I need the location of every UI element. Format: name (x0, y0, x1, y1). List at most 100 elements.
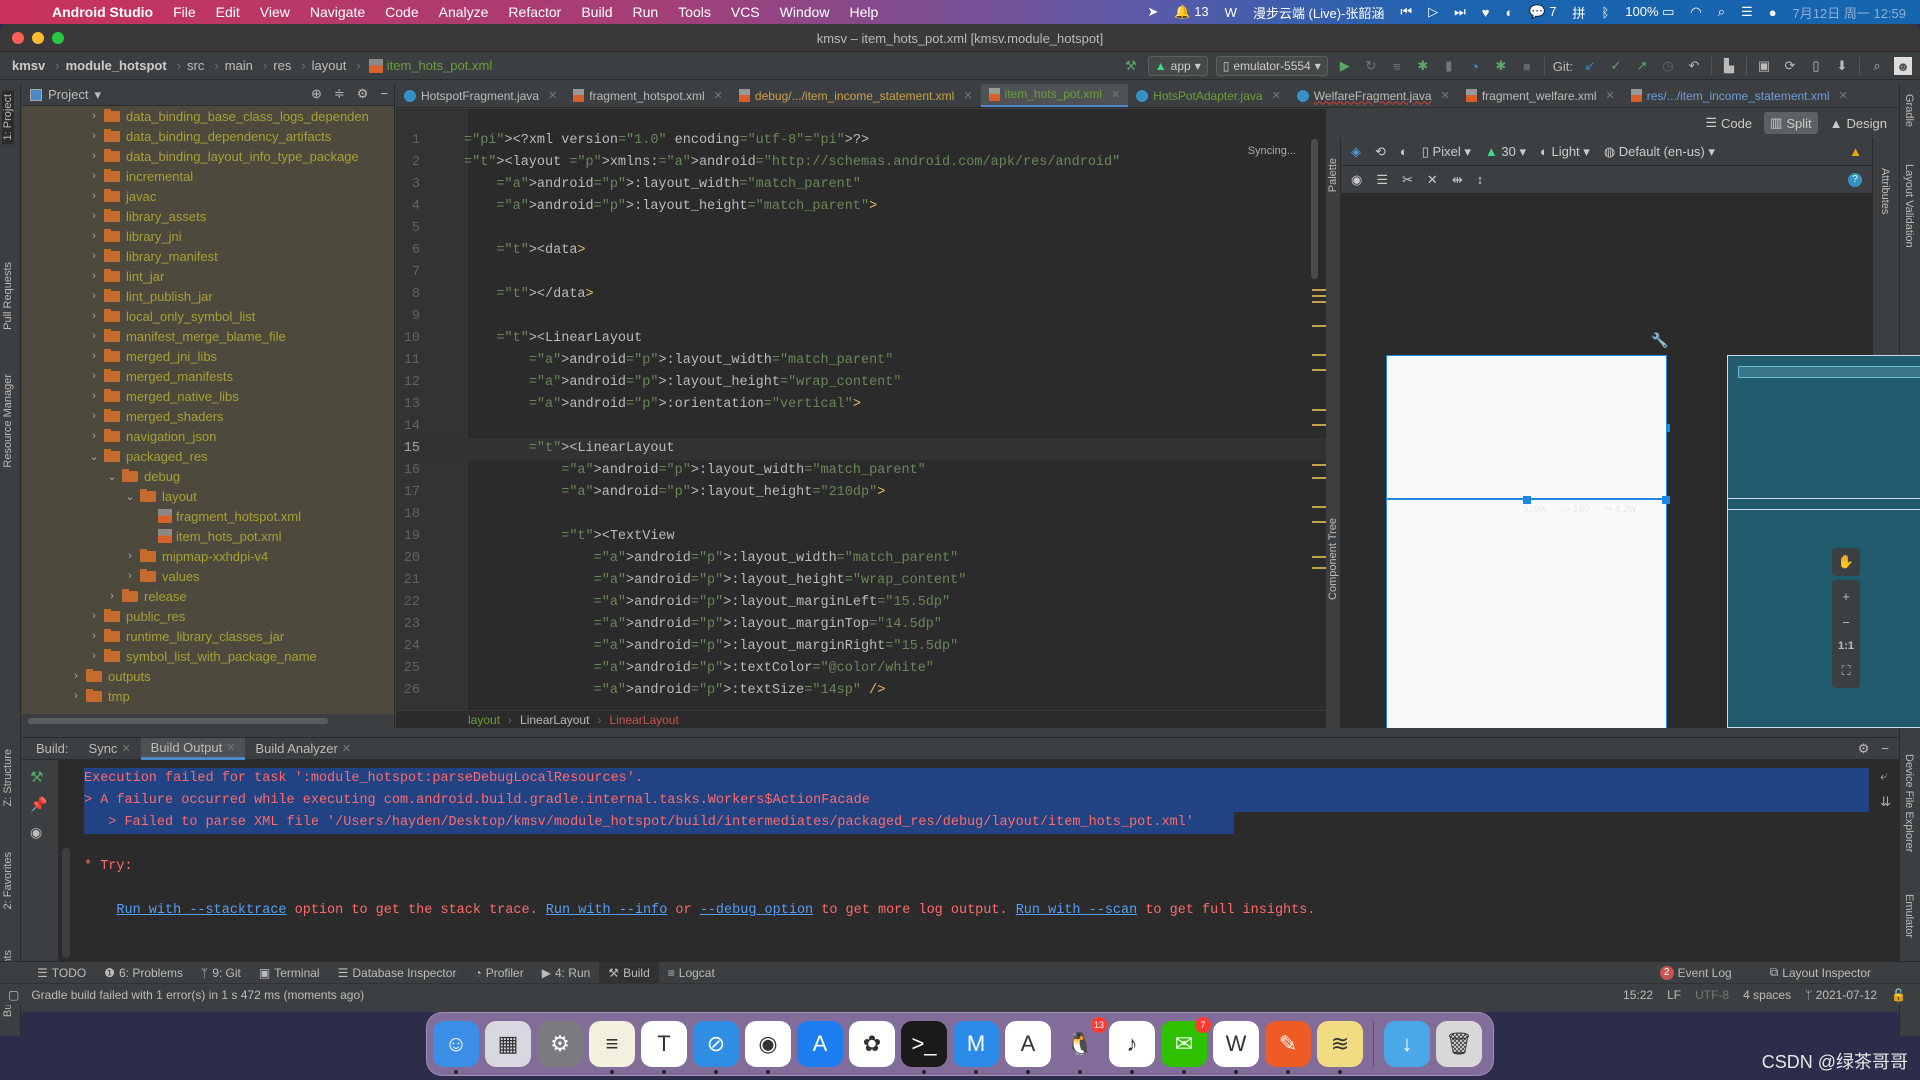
code-line[interactable]: 21 ="a">android="p">:layout_height="wrap… (396, 570, 1326, 592)
split-mode-button[interactable]: ▥ Split (1764, 112, 1818, 134)
code-text[interactable]: ="a">android="p">:layout_width="match_pa… (464, 350, 894, 372)
tree-folder-item[interactable]: › symbol_list_with_package_name (22, 646, 394, 666)
clear-constraints-icon[interactable]: ✕ (1427, 172, 1438, 188)
error-stripe[interactable] (1312, 109, 1326, 710)
chevron-down-icon[interactable]: ▾ (94, 87, 101, 103)
tree-folder-item[interactable]: ⌄ debug (22, 466, 394, 486)
project-tree-scrollbar[interactable] (22, 714, 394, 728)
attributes-tab[interactable]: Attributes (1879, 168, 1891, 214)
tree-folder-item[interactable]: › local_only_symbol_list (22, 306, 394, 326)
hide-panel-icon[interactable]: − (1881, 741, 1889, 757)
chevron-right-icon[interactable]: › (86, 210, 102, 222)
tree-folder-item[interactable]: › data_binding_base_class_logs_dependen (22, 106, 394, 126)
code-text[interactable]: ="t"><layout ="p">xmlns:="a">android="ht… (464, 152, 1120, 174)
scroll-to-end-icon[interactable]: ⇊ (1880, 794, 1891, 810)
status-panel-icon[interactable]: ▢ (8, 988, 19, 1002)
breadcrumb-item[interactable]: kmsv (12, 58, 45, 73)
next-track-icon[interactable]: ⏭ (1454, 4, 1466, 20)
code-line[interactable]: 1 ="pi"><?xml version="1.0" encoding="utf… (396, 130, 1326, 152)
dock-app-chrome[interactable]: ◉ (745, 1021, 791, 1074)
tree-folder-item[interactable]: › merged_manifests (22, 366, 394, 386)
code-line[interactable]: 22 ="a">android="p">:layout_marginLeft="… (396, 592, 1326, 614)
scan-link[interactable]: Run with --scan (1016, 903, 1138, 918)
close-tab-icon[interactable]: ✕ (963, 89, 972, 102)
dock-app-safari[interactable]: ⊘ (693, 1021, 739, 1074)
chevron-right-icon[interactable]: › (68, 690, 84, 702)
dock-app-app-store[interactable]: A (797, 1021, 843, 1067)
tool-window-emulator[interactable]: Emulator (1903, 894, 1915, 938)
tree-folder-item[interactable]: › lint_jar (22, 266, 394, 286)
collapse-all-icon[interactable]: ≑ (334, 86, 345, 102)
indent-setting[interactable]: 4 spaces (1743, 988, 1791, 1002)
locale-select[interactable]: ◍ Default (en-us) ▾ (1604, 144, 1715, 160)
code-line[interactable]: 4 ="a">android="p">:layout_height="match… (396, 196, 1326, 218)
build-output[interactable]: Execution failed for task ':module_hotsp… (84, 768, 1869, 878)
component-tree-tab[interactable]: Component Tree (1327, 518, 1339, 600)
build-output-line[interactable]: > A failure occurred while executing com… (84, 790, 1869, 812)
code-text[interactable]: ="a">android="p">:layout_width="match_pa… (464, 548, 959, 570)
chevron-right-icon[interactable]: › (86, 290, 102, 302)
git-update-icon[interactable]: ↙ (1581, 57, 1599, 75)
code-text[interactable]: ="t"><TextView (464, 526, 674, 548)
tool-window-layout-validation[interactable]: Layout Validation (1903, 164, 1915, 248)
dock-app-finder[interactable]: ☺ (433, 1021, 479, 1074)
close-tab-icon[interactable]: ✕ (226, 741, 235, 754)
play-icon[interactable]: ▷ (1428, 4, 1438, 20)
event-log-button[interactable]: 2 Event Log (1651, 962, 1741, 984)
dock-app-wps[interactable]: W (1213, 1021, 1259, 1074)
close-tab-icon[interactable]: ✕ (714, 89, 723, 102)
breadcrumb-item[interactable]: res (273, 58, 291, 73)
tree-folder-item[interactable]: › data_binding_layout_info_type_package (22, 146, 394, 166)
chevron-right-icon[interactable]: › (86, 350, 102, 362)
now-playing[interactable]: 漫步云端 (Live)-张韶涵 (1253, 3, 1384, 22)
close-tab-icon[interactable]: ✕ (1606, 89, 1615, 102)
code-text[interactable]: ="a">android="p">:layout_width="match_pa… (464, 174, 861, 196)
menu-help[interactable]: Help (839, 4, 888, 20)
dock-app-terminal[interactable]: >_ (901, 1021, 947, 1074)
menu-build[interactable]: Build (571, 4, 622, 20)
layers-icon[interactable]: ◈ (1351, 144, 1361, 160)
code-line[interactable]: 23 ="a">android="p">:layout_marginTop="1… (396, 614, 1326, 636)
tree-folder-item[interactable]: › runtime_library_classes_jar (22, 626, 394, 646)
code-line[interactable]: 15 ="t"><LinearLayout (396, 438, 1326, 460)
wps-icon[interactable]: W (1225, 5, 1237, 20)
tree-folder-item[interactable]: › javac (22, 186, 394, 206)
code-text[interactable]: ="a">android="p">:layout_marginLeft="15.… (464, 592, 950, 614)
project-structure-icon[interactable]: ▙ (1720, 57, 1738, 75)
eye-icon[interactable]: ◉ (30, 824, 42, 841)
hammer-icon[interactable]: ⚒ (30, 768, 43, 786)
tree-folder-item[interactable]: › outputs (22, 666, 394, 686)
tree-folder-item[interactable]: › values (22, 566, 394, 586)
close-tab-icon[interactable]: ✕ (1441, 89, 1450, 102)
code-lines[interactable]: 1 ="pi"><?xml version="1.0" encoding="utf… (396, 130, 1326, 702)
editor-tab[interactable]: WelfareFragment.java ✕ (1289, 84, 1458, 107)
chevron-right-icon[interactable]: › (86, 430, 102, 442)
editor-breadcrumb-item[interactable]: LinearLayout (520, 713, 589, 727)
chevron-right-icon[interactable]: › (86, 310, 102, 322)
design-preview[interactable]: ♡ 510w ▭ 160 ↪ 4.2w (1386, 355, 1670, 728)
chevron-right-icon[interactable]: › (104, 590, 120, 602)
wifi-icon[interactable]: ◠ (1690, 4, 1701, 20)
tree-folder-item[interactable]: › lint_publish_jar (22, 286, 394, 306)
pan-button[interactable]: ✋ (1832, 548, 1860, 576)
run-icon[interactable]: ▶ (1336, 57, 1354, 75)
battery-status[interactable]: 100% ▭ (1625, 4, 1674, 20)
chevron-right-icon[interactable]: › (86, 250, 102, 262)
close-tab-icon[interactable]: ✕ (548, 89, 557, 102)
tree-folder-item[interactable]: › incremental (22, 166, 394, 186)
tool-window-gradle[interactable]: Gradle (1903, 94, 1915, 127)
code-text[interactable]: ="a">android="p">:layout_height="match_p… (464, 196, 877, 218)
lock-icon[interactable]: 🔓 (1891, 988, 1906, 1002)
breadcrumb-item[interactable]: layout (312, 58, 347, 73)
code-line[interactable]: 3 ="a">android="p">:layout_width="match_… (396, 174, 1326, 196)
tool-window-button[interactable]: ❶ 6: Problems (95, 962, 192, 984)
editor-breadcrumb-item[interactable]: layout (468, 713, 500, 727)
bluetooth-icon[interactable]: ᛒ (1601, 5, 1609, 20)
git-push-icon[interactable]: ↗ (1633, 57, 1651, 75)
code-line[interactable]: 5 (396, 218, 1326, 240)
build-tab[interactable]: Build Output ✕ (140, 737, 246, 760)
tool-window-resource-manager[interactable]: Resource Manager (2, 374, 14, 468)
resize-handle[interactable] (1523, 496, 1531, 504)
menu-code[interactable]: Code (375, 4, 428, 20)
menu-vcs[interactable]: VCS (721, 4, 770, 20)
